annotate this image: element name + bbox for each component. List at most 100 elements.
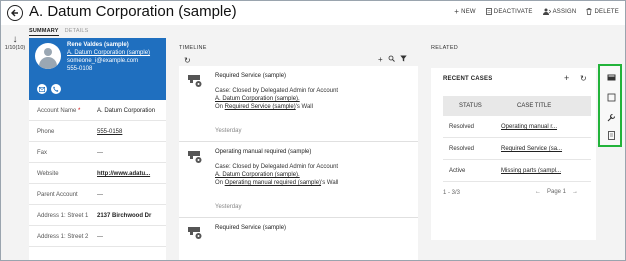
record-navigator[interactable]: ↓ 1/10(10): [4, 35, 26, 52]
avatar: [35, 43, 61, 69]
case-icon: [187, 74, 203, 88]
deactivate-button[interactable]: DEACTIVATE: [485, 8, 533, 16]
post-wall-suffix: 's Wall: [295, 104, 313, 110]
field-label: Address 1: Street 1: [37, 213, 89, 219]
form-tabs: SUMMARY DETAILS: [29, 28, 89, 36]
case-status: Resolved: [449, 146, 475, 152]
post-title: Required Service (sample): [215, 73, 287, 79]
filter-icon[interactable]: [399, 55, 407, 64]
case-link[interactable]: Operating manual required (sample): [225, 180, 321, 186]
field-fax[interactable]: Fax ---: [29, 142, 166, 163]
post-line: Case: Closed by Delegated Admin for Acco…: [215, 88, 339, 94]
column-case-title[interactable]: CASE TITLE: [517, 103, 551, 109]
header-bar: A. Datum Corporation (sample) + NEW DEAC…: [1, 1, 625, 25]
field-value[interactable]: ---: [97, 150, 103, 156]
table-row[interactable]: Resolved Operating manual r...: [443, 116, 591, 138]
related-side-nav: [598, 64, 622, 147]
field-value[interactable]: 555-0158: [97, 129, 122, 135]
field-label: Fax: [37, 150, 48, 156]
timeline-post[interactable]: Operating manual required (sample) Case:…: [179, 142, 418, 218]
app-frame: A. Datum Corporation (sample) + NEW DEAC…: [0, 0, 626, 261]
post-title: Operating manual required (sample): [215, 149, 312, 155]
contact-email[interactable]: someone_i@example.com: [67, 58, 138, 64]
refresh-icon[interactable]: ↻: [580, 74, 587, 83]
field-website[interactable]: Website http://www.adatu...: [29, 163, 166, 184]
field-label: Website: [37, 171, 59, 177]
column-status[interactable]: STATUS: [459, 103, 482, 109]
field-label-text: Account Name: [37, 108, 77, 114]
phone-icon[interactable]: [51, 84, 61, 94]
refresh-icon[interactable]: ↻: [184, 56, 191, 65]
back-icon[interactable]: [7, 5, 23, 21]
contact-name[interactable]: Rene Valdes (sample): [67, 42, 129, 48]
account-link[interactable]: A. Datum Corporation (sample).: [215, 172, 300, 178]
timeline-heading: TIMELINE: [179, 45, 207, 51]
related-heading: RELATED: [431, 45, 459, 51]
post-wall-line: On Operating manual required (sample)'s …: [215, 180, 338, 186]
field-account-name[interactable]: Account Name * A. Datum Corporation: [29, 100, 166, 121]
field-address-street-2[interactable]: Address 1: Street 2 ---: [29, 226, 166, 247]
recent-cases-title: RECENT CASES: [443, 76, 493, 82]
post-wall-suffix: 's Wall: [321, 180, 339, 186]
case-title-link[interactable]: Operating manual r...: [501, 124, 557, 130]
post-time: Yesterday: [215, 128, 242, 134]
field-address-street-1[interactable]: Address 1: Street 1 2137 Birchwood Dr: [29, 205, 166, 226]
pager: ← Page 1 →: [535, 189, 578, 195]
field-value[interactable]: http://www.adatu...: [97, 171, 150, 177]
timeline-post[interactable]: Required Service (sample): [179, 218, 418, 260]
add-icon[interactable]: +: [378, 55, 383, 64]
contact-card: Rene Valdes (sample) A. Datum Corporatio…: [29, 38, 166, 100]
field-value[interactable]: A. Datum Corporation: [97, 108, 155, 114]
document-icon[interactable]: [606, 92, 616, 102]
field-label: Address 1: Street 2: [37, 234, 89, 240]
case-status: Active: [449, 168, 466, 174]
contact-company-link[interactable]: A. Datum Corporation (sample): [67, 50, 150, 56]
table-row[interactable]: Active Missing parts (sampl...: [443, 160, 591, 182]
post-title: Required Service (sample): [215, 225, 287, 231]
post-wall-prefix: On: [215, 104, 225, 110]
case-link[interactable]: Required Service (sample): [225, 104, 296, 110]
field-value[interactable]: 2137 Birchwood Dr: [97, 213, 151, 219]
post-link-line: A. Datum Corporation (sample).: [215, 96, 300, 102]
wrench-icon[interactable]: [606, 112, 616, 122]
avatar-head: [44, 48, 52, 56]
account-link[interactable]: A. Datum Corporation (sample).: [215, 96, 300, 102]
add-case-icon[interactable]: +: [564, 73, 569, 83]
case-icon: [187, 226, 203, 240]
field-value[interactable]: ---: [97, 192, 103, 198]
table-header: STATUS CASE TITLE: [443, 96, 591, 116]
new-button[interactable]: + NEW: [454, 8, 475, 16]
email-icon[interactable]: [37, 84, 47, 94]
deactivate-icon: [485, 8, 492, 16]
delete-button[interactable]: DELETE: [586, 8, 619, 16]
case-title-link[interactable]: Required Service (sa...: [501, 146, 562, 152]
post-time: Yesterday: [215, 204, 242, 210]
next-page-icon[interactable]: →: [572, 189, 578, 195]
assign-button[interactable]: ASSIGN: [542, 8, 577, 16]
table-row[interactable]: Resolved Required Service (sa...: [443, 138, 591, 160]
case-title-link[interactable]: Missing parts (sampl...: [501, 168, 561, 174]
field-parent-account[interactable]: Parent Account ---: [29, 184, 166, 205]
contact-phone[interactable]: 555-0108: [67, 66, 92, 72]
cases-icon[interactable]: [606, 72, 616, 82]
post-wall-line: On Required Service (sample)'s Wall: [215, 104, 313, 110]
field-phone[interactable]: Phone 555-0158: [29, 121, 166, 142]
tab-details[interactable]: DETAILS: [65, 28, 89, 36]
field-label: Phone: [37, 129, 55, 135]
required-marker: *: [78, 108, 81, 114]
record-count: 1 - 3/3: [443, 190, 461, 196]
search-icon[interactable]: [388, 55, 395, 64]
report-icon[interactable]: [606, 130, 616, 140]
command-bar: + NEW DEACTIVATE ASSIGN DELETE: [454, 8, 619, 16]
record-position: 1/10(10): [4, 45, 26, 51]
arrow-down-icon[interactable]: ↓: [4, 35, 26, 45]
delete-label: DELETE: [594, 9, 619, 15]
tab-summary[interactable]: SUMMARY: [29, 28, 59, 36]
page-label: Page 1: [547, 189, 567, 195]
field-label: Account Name *: [37, 108, 80, 114]
timeline-post[interactable]: Required Service (sample) Case: Closed b…: [179, 66, 418, 142]
timeline-panel: Required Service (sample) Case: Closed b…: [179, 66, 418, 260]
new-label: NEW: [461, 9, 476, 15]
prev-page-icon[interactable]: ←: [535, 189, 541, 195]
field-value[interactable]: ---: [97, 234, 103, 240]
